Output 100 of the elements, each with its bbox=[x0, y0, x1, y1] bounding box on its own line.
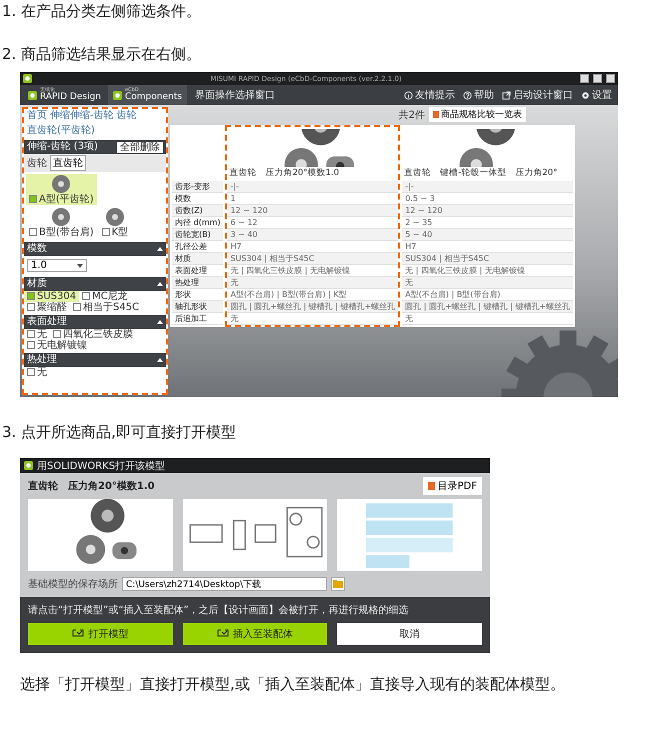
row-label: 齿数(Z) bbox=[172, 205, 224, 217]
document-icon bbox=[433, 111, 439, 118]
table-cell: 圆孔 | 圆孔+螺丝孔 | 键槽孔 | 键槽孔+螺丝孔 bbox=[227, 301, 398, 313]
table-cell: 3 ~ 40 bbox=[227, 229, 398, 241]
step-text: 1. 在产品分类左侧筛选条件。 bbox=[1, 2, 202, 21]
breadcrumb-link[interactable]: 直齿轮(平齿轮) bbox=[27, 125, 95, 137]
toolbar-button[interactable]: 帮助 bbox=[463, 88, 494, 102]
step-text: 2. 商品筛选结果显示在右侧。 bbox=[1, 45, 202, 64]
checkbox[interactable] bbox=[73, 303, 81, 311]
section-title: 材质 bbox=[27, 278, 47, 290]
table-cell: H7 bbox=[227, 241, 398, 253]
row-label: 形状 bbox=[172, 289, 224, 301]
table-cell: 圆孔 | 圆孔+螺丝孔 | 键槽孔 | 键槽孔+螺丝孔 bbox=[402, 301, 573, 313]
row-label: 表面处理 bbox=[172, 265, 224, 277]
product-card[interactable]: 直齿轮 压力角20°模数1.0 bbox=[227, 127, 398, 181]
settings-icon bbox=[581, 90, 590, 100]
product-title: 直齿轮 压力角20°模数1.0 bbox=[28, 480, 155, 493]
section-title: 表面处理 bbox=[27, 316, 67, 328]
minimize-button[interactable] bbox=[580, 74, 589, 83]
checkbox[interactable] bbox=[27, 292, 35, 300]
option-label: A型(平齿轮) bbox=[39, 194, 94, 205]
table-cell: -|- bbox=[402, 181, 573, 193]
mode-link[interactable]: 界面操作选择窗口 bbox=[194, 88, 275, 102]
logo-icon bbox=[28, 90, 37, 100]
model-icon bbox=[72, 629, 84, 639]
product-name: 直齿轮 键槽-轮毂一体型 压力角20° bbox=[404, 167, 558, 179]
folder-button[interactable] bbox=[331, 577, 345, 591]
row-label: 内径 d(mm) bbox=[172, 217, 224, 229]
checkbox[interactable] bbox=[82, 292, 90, 300]
field-label: 基础模型的保存场所 bbox=[28, 578, 118, 591]
row-label: 材质 bbox=[172, 253, 224, 265]
collapse-icon[interactable] bbox=[157, 247, 163, 251]
filter-option[interactable]: 相当于S45C bbox=[70, 302, 142, 313]
external-link-icon bbox=[502, 90, 511, 100]
filter-option[interactable]: 无电解镀镍 bbox=[24, 340, 90, 351]
compare-button[interactable]: 商品规格比较一览表 bbox=[429, 107, 526, 122]
product-name: 直齿轮 压力角20°模数1.0 bbox=[229, 167, 340, 179]
table-cell: 6 ~ 12 bbox=[227, 217, 398, 229]
toolbar-button[interactable]: 启动设计窗口 bbox=[502, 88, 573, 102]
table-cell: 0.5 ~ 3 bbox=[402, 193, 573, 205]
checkbox[interactable] bbox=[27, 303, 35, 311]
table-cell: 5 ~ 40 bbox=[402, 229, 573, 241]
filter-option[interactable]: MC尼龙 bbox=[79, 291, 131, 302]
checkbox[interactable] bbox=[27, 341, 35, 349]
table-cell: 无 bbox=[227, 313, 398, 325]
table-cell: 无 bbox=[402, 313, 573, 325]
toolbar-button[interactable]: 友情提示 bbox=[404, 88, 455, 102]
filter-option[interactable]: SUS304 bbox=[24, 291, 80, 302]
filter-option[interactable]: 无 bbox=[24, 367, 50, 378]
row-label: 孔径公差 bbox=[172, 241, 224, 253]
row-label: 齿形-变形 bbox=[172, 181, 224, 193]
path-field[interactable]: C:\Users\zh2714\Desktop\下载 bbox=[122, 577, 327, 591]
table-cell: A型(不台肩) | B型(带台肩) | K型 bbox=[227, 289, 398, 301]
table-cell: 2 ~ 35 bbox=[402, 217, 573, 229]
checkbox[interactable] bbox=[27, 330, 35, 338]
row-label: 热处理 bbox=[172, 277, 224, 289]
table-cell: 无 bbox=[402, 277, 573, 289]
table-cell: H7 bbox=[402, 241, 573, 253]
filter-option[interactable]: 聚缩醛 bbox=[24, 302, 70, 313]
table-cell: 无 | 四氧化三铁皮膜 | 无电解镀镍 bbox=[402, 265, 573, 277]
dialog-title: 用SOLIDWORKS打开该模型 bbox=[37, 460, 166, 472]
checkbox[interactable] bbox=[102, 228, 110, 236]
section-title: 伸缩-齿轮 (3项) bbox=[27, 141, 98, 153]
maximize-button[interactable] bbox=[593, 74, 602, 83]
table-cell: 12 ~ 120 bbox=[227, 205, 398, 217]
document-icon bbox=[428, 482, 435, 490]
caption-text: 选择「打开模型」直接打开模型,或「插入至装配体」直接导入现有的装配体模型。 bbox=[19, 675, 566, 694]
collapse-icon[interactable] bbox=[157, 282, 163, 286]
collapse-icon[interactable] bbox=[157, 358, 163, 362]
clear-button[interactable]: 全部删除 bbox=[117, 142, 163, 152]
breadcrumb-link[interactable]: 首页 bbox=[27, 110, 47, 122]
model-icon bbox=[217, 629, 229, 639]
dialog-button[interactable]: 插入至装配体 bbox=[182, 623, 328, 645]
filter-option[interactable]: 无 bbox=[24, 329, 50, 340]
table-cell: A型(不台肩) | B型(带台肩) bbox=[402, 289, 573, 301]
help-icon bbox=[463, 90, 472, 100]
row-label: 模数 bbox=[172, 193, 224, 205]
checkbox[interactable] bbox=[29, 195, 37, 203]
filter-option[interactable]: 四氧化三铁皮膜 bbox=[50, 329, 136, 340]
dialog-button[interactable]: 打开模型 bbox=[28, 623, 173, 645]
toolbar-button[interactable]: 设置 bbox=[581, 88, 612, 102]
table-cell: 无 bbox=[227, 277, 398, 289]
checkbox[interactable] bbox=[29, 228, 37, 236]
dialog-button[interactable]: 取消 bbox=[337, 623, 482, 645]
table-cell: 1 bbox=[227, 193, 398, 205]
close-button[interactable] bbox=[606, 74, 615, 83]
category-value: 直齿轮 bbox=[50, 155, 86, 171]
collapse-icon[interactable] bbox=[157, 320, 163, 324]
step-text: 3. 点开所选商品,即可直接打开模型 bbox=[1, 423, 237, 442]
checkbox[interactable] bbox=[53, 330, 61, 338]
breadcrumb-link[interactable]: 齿轮 bbox=[116, 110, 137, 122]
option-label: B型(带台肩) bbox=[39, 227, 94, 238]
row-label: 轴孔形状 bbox=[172, 301, 224, 313]
pdf-button[interactable]: 目录PDF bbox=[422, 477, 482, 495]
table-cell: 无 | 四氧化三铁皮膜 | 无电解镀镍 bbox=[227, 265, 398, 277]
dropdown[interactable]: 1.0 bbox=[27, 259, 87, 272]
checkbox[interactable] bbox=[27, 368, 35, 376]
product-card[interactable]: 直齿轮 键槽-轮毂一体型 压力角20° bbox=[402, 127, 573, 181]
row-label: 后追加工 bbox=[172, 313, 224, 325]
breadcrumb-link[interactable]: 伸缩伸缩-齿轮 bbox=[50, 110, 114, 122]
